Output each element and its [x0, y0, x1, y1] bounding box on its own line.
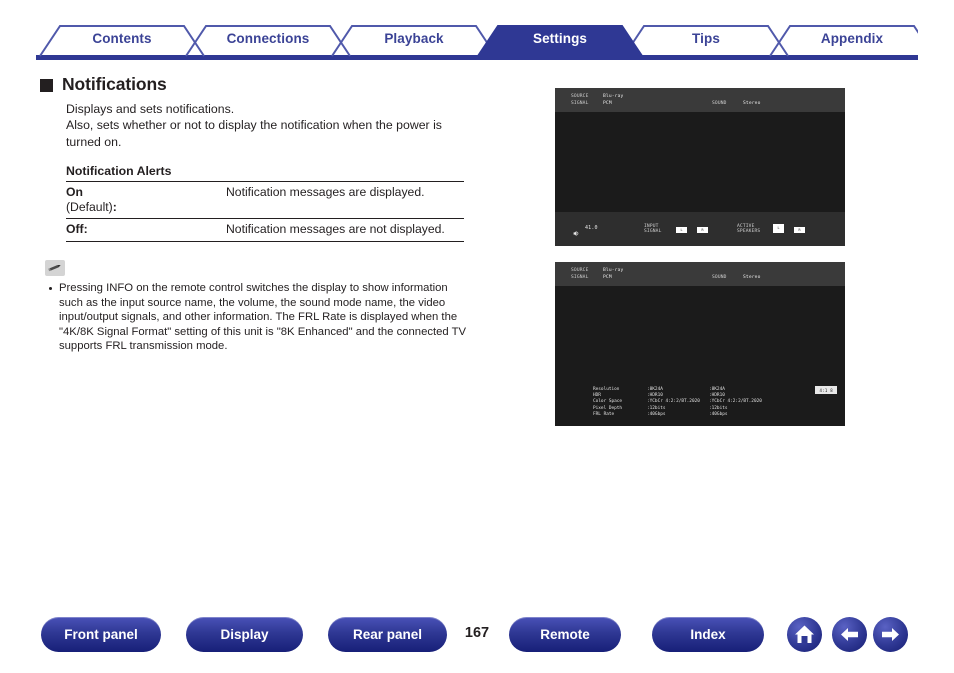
osd1-input-chip-l: L — [676, 227, 687, 233]
option-key-cell: Off: — [66, 218, 226, 242]
options-table: On (Default): Notification messages are … — [66, 180, 464, 242]
arrow-right-icon[interactable] — [873, 617, 908, 652]
osd1-signal-label: SIGNAL — [571, 101, 589, 106]
osd1-volume-value: 41.0 — [585, 225, 598, 231]
osd2-signal-label: SIGNAL — [571, 275, 589, 280]
remote-button[interactable]: Remote — [509, 617, 621, 652]
square-bullet-icon — [40, 79, 53, 92]
osd2-source-label: SOURCE — [571, 268, 589, 273]
arrow-left-icon[interactable] — [832, 617, 867, 652]
table-row: FRL Rate :40Gbps :40Gbps — [593, 412, 823, 418]
osd1-source-label: SOURCE — [571, 94, 589, 99]
page-number: 167 — [464, 625, 490, 641]
tab-playback[interactable]: Playback — [334, 22, 494, 56]
note-text: Pressing INFO on the remote control swit… — [59, 282, 467, 353]
home-icon[interactable] — [787, 617, 822, 652]
osd1-bottom-bar: 41.0 INPUT SIGNAL L R ACTIVE SPEAKERS L … — [555, 212, 845, 246]
page-title: Notifications — [40, 74, 167, 95]
speaker-icon — [573, 224, 580, 237]
osd1-input-chip-r: R — [697, 227, 708, 233]
osd2-top-bar: SOURCE Blu-ray SIGNAL PCM SOUND Stereo — [555, 262, 845, 286]
osd2-sound-label: SOUND — [712, 275, 727, 280]
note-list: Pressing INFO on the remote control swit… — [47, 281, 471, 354]
osd2-signal-value: PCM — [603, 275, 612, 280]
table-row: Off: Notification messages are not displ… — [66, 218, 464, 242]
osd2-sound-value: Stereo — [743, 275, 761, 280]
osd1-sound-label: SOUND — [712, 101, 727, 106]
osd1-speaker-chip-l: L — [773, 224, 784, 233]
option-key-off-colon: : — [83, 222, 88, 237]
osd1-signal-value: PCM — [603, 101, 612, 106]
option-key-on-colon: : — [112, 199, 117, 214]
tab-bar: Contents Connections Playback Settings T… — [36, 22, 918, 60]
osd-screenshot-1: SOURCE Blu-ray SIGNAL PCM SOUND Stereo 4… — [555, 88, 845, 246]
front-panel-button[interactable]: Front panel — [41, 617, 161, 652]
osd1-sound-value: Stereo — [743, 101, 761, 106]
option-key-cell: On (Default): — [66, 180, 226, 219]
index-button[interactable]: Index — [652, 617, 764, 652]
osd1-speaker-chip-r: R — [794, 227, 805, 233]
tab-contents[interactable]: Contents — [42, 22, 202, 56]
option-key-off: Off — [66, 222, 84, 237]
osd2-source-value: Blu-ray — [603, 268, 624, 273]
option-value-off: Notification messages are not displayed. — [226, 218, 464, 242]
intro-text-block: Displays and sets notifications. Also, s… — [66, 101, 470, 178]
intro-line-2: Also, sets whether or not to display the… — [66, 118, 442, 149]
pencil-icon — [45, 260, 65, 276]
bullet-icon — [49, 286, 52, 290]
osd1-active-speakers-label: ACTIVE SPEAKERS — [737, 224, 761, 234]
option-value-on: Notification messages are displayed. — [226, 180, 464, 219]
page-title-text: Notifications — [62, 74, 167, 94]
intro-line-1: Displays and sets notifications. — [66, 102, 235, 116]
osd2-row4-input: :40Gbps — [647, 411, 666, 417]
rear-panel-button[interactable]: Rear panel — [328, 617, 447, 652]
osd2-row4-label: FRL Rate — [593, 411, 615, 417]
option-key-on: On — [66, 185, 83, 199]
osd2-row4-output: :40Gbps — [709, 411, 728, 417]
tab-connections[interactable]: Connections — [188, 22, 348, 56]
tab-tips[interactable]: Tips — [626, 22, 786, 56]
list-item: Pressing INFO on the remote control swit… — [47, 281, 471, 354]
tab-appendix[interactable]: Appendix — [772, 22, 932, 56]
osd1-top-bar: SOURCE Blu-ray SIGNAL PCM SOUND Stereo — [555, 88, 845, 112]
osd2-info-table: Resolution :8K24A :8K24A HDR :HDR10 :HDR… — [593, 387, 823, 418]
footer-nav: Front panel Display Rear panel 167 Remot… — [0, 617, 954, 657]
tab-settings[interactable]: Settings — [480, 22, 640, 56]
osd1-input-signal-label: INPUT SIGNAL — [644, 224, 662, 234]
osd-screenshot-2: SOURCE Blu-ray SIGNAL PCM SOUND Stereo 4… — [555, 262, 845, 426]
display-button[interactable]: Display — [186, 617, 303, 652]
table-row: On (Default): Notification messages are … — [66, 180, 464, 219]
option-key-on-note: (Default) — [66, 199, 113, 214]
section-subheading: Notification Alerts — [66, 164, 172, 179]
osd1-source-value: Blu-ray — [603, 94, 624, 99]
